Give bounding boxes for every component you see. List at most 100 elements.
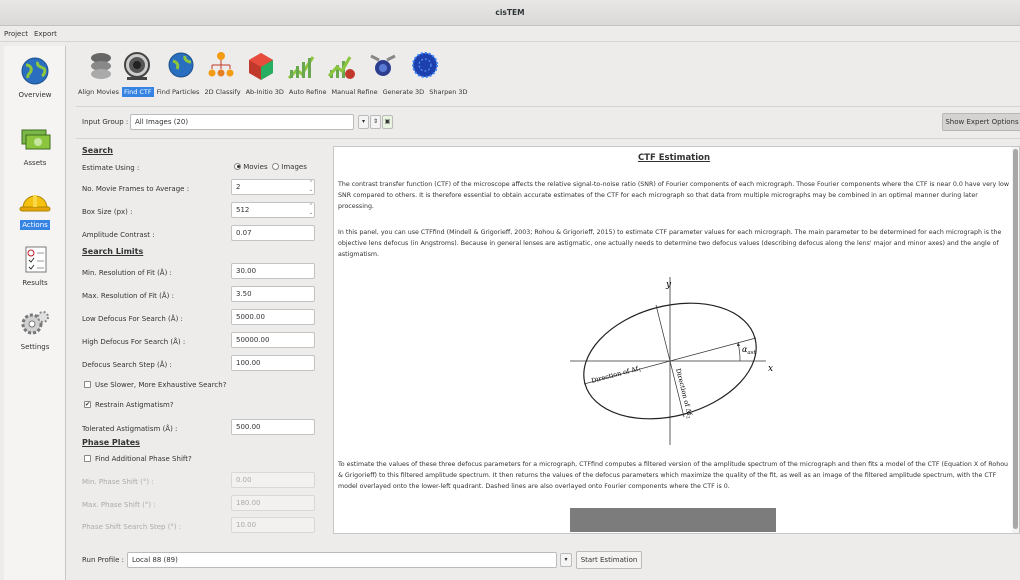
toolbar-icons [76, 50, 516, 84]
run-profile-select[interactable]: Local 88 (89) [127, 552, 557, 568]
spin-icon[interactable]: ⌃ ⌄ [308, 180, 314, 194]
phase-step-label: Phase Shift Search Step (°) : [82, 523, 182, 531]
restrain-astig-checkbox[interactable]: ✔ [84, 400, 91, 408]
find-phase-option[interactable]: Find Additional Phase Shift? [84, 454, 192, 463]
input-group-select[interactable]: All Images (20) [130, 114, 354, 130]
chevron-down-icon[interactable]: ▾ [560, 553, 572, 567]
restrain-astig-option[interactable]: ✔ Restrain Astigmatism? [84, 400, 174, 409]
settings-form: Search Estimate Using : Movies Images No… [76, 142, 326, 533]
menu-project[interactable]: Project [0, 26, 31, 42]
slower-search-checkbox[interactable] [84, 380, 91, 388]
panel-title: CTF Estimation [637, 153, 711, 163]
sidebar-label: Actions [20, 220, 50, 230]
menu-bar: Project Export [0, 26, 1020, 42]
high-defocus-input[interactable]: 50000.00 [231, 332, 315, 348]
add-group-icon[interactable]: ▣ [382, 115, 393, 129]
show-expert-options-button[interactable]: Show Expert Options [942, 113, 1020, 131]
slower-search-label: Use Slower, More Exhaustive Search? [95, 381, 227, 389]
radio-images-label: Images [281, 163, 307, 171]
max-res-input[interactable]: 3.50 [231, 286, 315, 302]
phase-step-input[interactable]: 10.00 [231, 517, 315, 533]
amplitude-spectrum-image [570, 508, 776, 532]
tab-generate-3d[interactable]: Generate 3D [381, 87, 427, 97]
manual-refine-icon[interactable] [326, 50, 356, 82]
estimate-using-radios: Movies Images [234, 162, 307, 171]
menu-export[interactable]: Export [31, 26, 60, 42]
high-defocus-label: High Defocus For Search (Å) : [82, 338, 186, 346]
low-defocus-label: Low Defocus For Search (Å) : [82, 315, 183, 323]
restrain-astig-label: Restrain Astigmatism? [95, 401, 174, 409]
min-phase-input[interactable]: 0.00 [231, 472, 315, 488]
search-limits-heading: Search Limits [82, 247, 144, 256]
tab-align-movies[interactable]: Align Movies [76, 87, 121, 97]
generate-3d-icon[interactable] [368, 50, 398, 82]
radio-images[interactable] [272, 162, 280, 170]
radio-movies-label: Movies [243, 163, 268, 171]
tol-astig-input[interactable]: 500.00 [231, 419, 315, 435]
auto-refine-icon[interactable] [286, 50, 316, 82]
sidebar-item-actions[interactable]: Actions [4, 186, 66, 230]
toolbar-labels: Align Movies Find CTF Find Particles 2D Cla… [76, 87, 471, 97]
stepper-icon[interactable]: ⇕ [370, 115, 381, 129]
defocus-step-input[interactable]: 100.00 [231, 355, 315, 371]
chevron-down-icon[interactable]: ▾ [358, 115, 369, 129]
globe-icon [21, 57, 49, 85]
astigmatism-diagram: y x αast Direction of Δf1 Direction of Δ… [570, 277, 773, 445]
tab-ab-initio-3d[interactable]: Ab-Initio 3D [244, 87, 286, 97]
max-phase-input[interactable]: 180.00 [231, 495, 315, 511]
gears-icon [21, 311, 49, 335]
box-size-label: Box Size (px) : [82, 208, 133, 216]
min-res-input[interactable]: 30.00 [231, 263, 315, 279]
amp-contrast-label: Amplitude Contrast : [82, 231, 155, 239]
tab-find-ctf[interactable]: Find CTF [122, 87, 154, 97]
max-res-label: Max. Resolution of Fit (Å) : [82, 292, 174, 300]
sidebar-label: Results [22, 279, 48, 287]
tab-sharpen-3d[interactable]: Sharpen 3D [427, 87, 469, 97]
sharpen-3d-icon[interactable] [410, 50, 440, 82]
panel-scrollbar[interactable] [1012, 147, 1019, 533]
direction-df2-label: Direction of Δf2 [673, 368, 695, 420]
box-size-input[interactable]: 512 [231, 202, 315, 218]
panel-paragraph-3: To estimate the values of these three de… [338, 461, 1009, 490]
tab-find-particles[interactable]: Find Particles [155, 87, 202, 97]
sidebar-item-settings[interactable]: Settings [4, 308, 66, 352]
classify-2d-icon[interactable] [206, 50, 236, 82]
slower-search-option[interactable]: Use Slower, More Exhaustive Search? [84, 380, 227, 389]
tol-astig-label: Tolerated Astigmatism (Å) : [82, 425, 178, 433]
sidebar-label: Overview [18, 91, 52, 99]
min-phase-label: Min. Phase Shift (°) : [82, 478, 154, 486]
movie-frames-label: No. Movie Frames to Average : [82, 185, 190, 193]
tab-auto-refine[interactable]: Auto Refine [287, 87, 329, 97]
angle-label: αast [742, 345, 757, 356]
hardhat-icon [19, 195, 51, 212]
sidebar-item-assets[interactable]: Assets [4, 124, 66, 168]
money-icon [21, 129, 51, 150]
min-res-label: Min. Resolution of Fit (Å) : [82, 269, 172, 277]
find-phase-checkbox[interactable] [84, 454, 91, 462]
input-group-label: Input Group : [82, 118, 129, 126]
ab-initio-icon[interactable] [246, 50, 276, 82]
tab-2d-classify[interactable]: 2D Classify [202, 87, 242, 97]
movie-frames-input[interactable]: 2 [231, 179, 315, 195]
sidebar-item-overview[interactable]: Overview [4, 56, 66, 100]
tab-manual-refine[interactable]: Manual Refine [330, 87, 380, 97]
spin-icon[interactable]: ⌃ ⌄ [308, 203, 314, 217]
direction-df1-label: Direction of Δf1 [590, 364, 642, 386]
find-particles-icon[interactable] [166, 50, 196, 82]
divider [76, 106, 1020, 107]
start-estimation-button[interactable]: Start Estimation [576, 551, 642, 569]
sidebar-item-results[interactable]: Results [4, 244, 66, 288]
action-toolbar: Align Movies Find CTF Find Particles 2D Cla… [76, 48, 1020, 106]
search-heading: Search [82, 146, 113, 155]
run-profile-row: Run Profile : Local 88 (89) ▾ Start Esti… [76, 548, 1020, 572]
y-axis-label: y [665, 280, 672, 290]
direction-df1-text: Direction of Δf [590, 365, 639, 385]
radio-movies[interactable] [234, 162, 241, 170]
low-defocus-input[interactable]: 5000.00 [231, 309, 315, 325]
sidebar: Overview Assets Actions Results Settings [4, 46, 66, 580]
amp-contrast-input[interactable]: 0.07 [231, 225, 315, 241]
find-ctf-icon[interactable] [122, 50, 152, 82]
scrollbar-thumb[interactable] [1013, 149, 1018, 529]
align-movies-icon[interactable] [86, 50, 116, 82]
sidebar-label: Assets [23, 159, 47, 167]
